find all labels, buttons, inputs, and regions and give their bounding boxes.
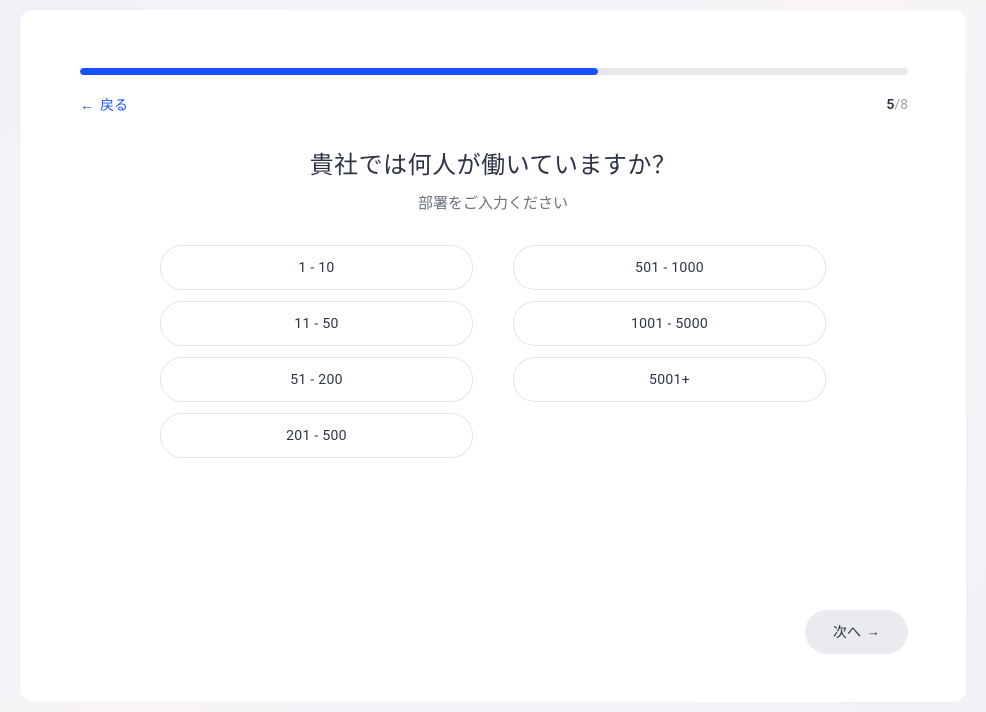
option-1001-5000[interactable]: 1001 - 5000 — [513, 301, 826, 346]
content-area: 貴社では何人が働いていますか？ 部署をご入力ください — [20, 145, 966, 213]
option-501-1000[interactable]: 501 - 1000 — [513, 245, 826, 290]
arrow-right-icon: → — [867, 624, 880, 640]
option-51-200[interactable]: 51 - 200 — [160, 357, 473, 402]
step-indicator: 5/8 — [886, 97, 908, 113]
back-label: 戻る — [100, 95, 128, 115]
back-button[interactable]: ← 戻る — [80, 95, 128, 115]
question-title: 貴社では何人が働いていますか？ — [20, 145, 966, 180]
next-button[interactable]: 次へ → — [805, 610, 908, 654]
wizard-card: ← 戻る 5/8 貴社では何人が働いていますか？ 部署をご入力ください 1 - … — [20, 10, 966, 702]
progress-bar-fill — [80, 68, 598, 75]
option-5001-plus[interactable]: 5001+ — [513, 357, 826, 402]
progress-bar — [80, 68, 908, 75]
options-grid: 1 - 10 11 - 50 51 - 200 201 - 500 501 - … — [160, 245, 826, 458]
next-label: 次へ — [833, 622, 861, 642]
option-1-10[interactable]: 1 - 10 — [160, 245, 473, 290]
step-total: 8 — [900, 97, 908, 113]
header-row: ← 戻る 5/8 — [80, 95, 908, 115]
question-subtitle: 部署をご入力ください — [20, 192, 966, 213]
option-11-50[interactable]: 11 - 50 — [160, 301, 473, 346]
option-201-500[interactable]: 201 - 500 — [160, 413, 473, 458]
arrow-left-icon: ← — [80, 97, 94, 114]
